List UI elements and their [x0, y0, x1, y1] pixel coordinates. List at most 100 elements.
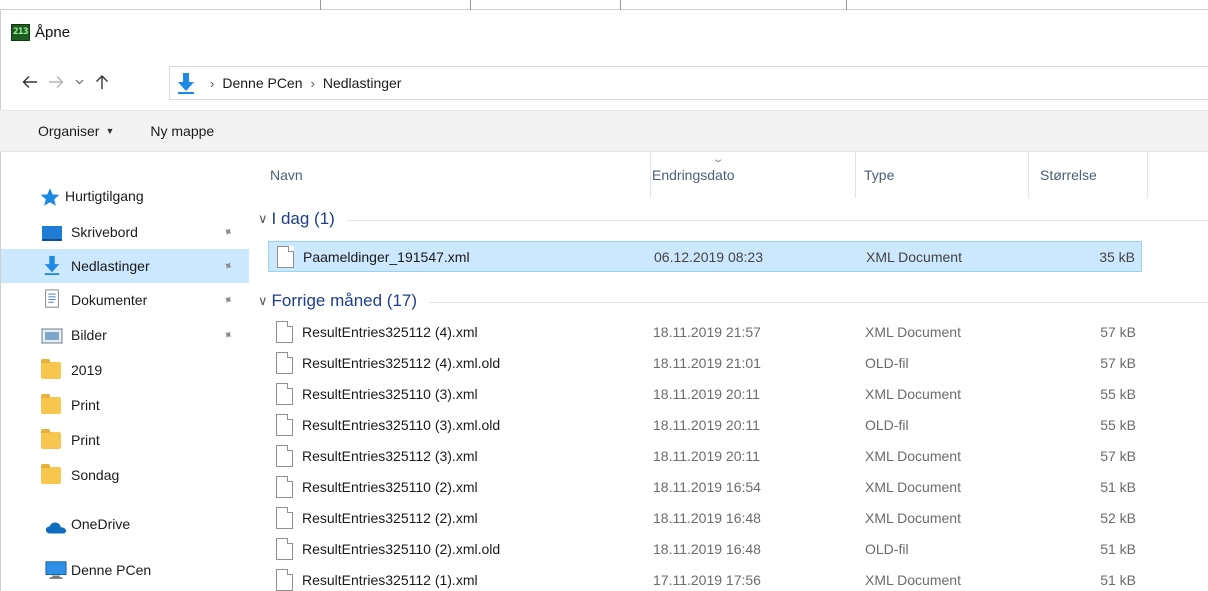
- divider: [470, 0, 471, 10]
- sidebar-item-label: Sondag: [71, 467, 120, 483]
- sidebar-item-label: Dokumenter: [71, 292, 148, 308]
- breadcrumb-separator[interactable]: ›: [311, 76, 315, 91]
- sidebar-item-desktop[interactable]: Skrivebord ✦: [1, 215, 249, 249]
- folder-icon: [41, 464, 61, 484]
- file-type: OLD-fil: [865, 541, 909, 557]
- recent-locations-button[interactable]: [69, 67, 89, 97]
- back-button[interactable]: [17, 67, 43, 97]
- file-size: 51 kB: [1100, 572, 1136, 588]
- file-row[interactable]: Paameldinger_191547.xml 06.12.2019 08:23…: [268, 241, 1142, 272]
- file-row[interactable]: ResultEntries325110 (3).xml 18.11.2019 2…: [268, 379, 1142, 410]
- file-size: 57 kB: [1100, 355, 1136, 371]
- file-row[interactable]: ResultEntries325110 (3).xml.old 18.11.20…: [268, 410, 1142, 441]
- file-size: 52 kB: [1100, 510, 1136, 526]
- sidebar-item-label: 2019: [71, 362, 103, 378]
- sidebar-item-folder-2019[interactable]: 2019: [1, 353, 249, 387]
- file-date: 18.11.2019 16:48: [653, 510, 761, 526]
- title-bar[interactable]: 213 Åpne: [0, 10, 1208, 54]
- column-header-label: Navn: [270, 167, 303, 183]
- sidebar-item-label: Print: [71, 397, 100, 413]
- file-name: ResultEntries325110 (2).xml: [302, 479, 478, 495]
- new-folder-button[interactable]: Ny mappe: [150, 123, 214, 139]
- file-date: 18.11.2019 16:48: [653, 541, 761, 557]
- column-header-type[interactable]: Type: [864, 152, 1024, 198]
- file-row[interactable]: ResultEntries325112 (1).xml 17.11.2019 1…: [268, 565, 1142, 591]
- file-date: 18.11.2019 21:01: [653, 355, 761, 371]
- divider: [429, 301, 1208, 303]
- file-date: 18.11.2019 16:54: [653, 479, 761, 495]
- file-row[interactable]: ResultEntries325110 (2).xml 18.11.2019 1…: [268, 472, 1142, 503]
- column-divider[interactable]: [650, 152, 651, 198]
- file-name: ResultEntries325110 (2).xml.old: [302, 541, 501, 557]
- sidebar-item-quick-access[interactable]: Hurtigtilgang: [1, 179, 249, 213]
- file-size: 51 kB: [1100, 541, 1136, 557]
- file-icon: [276, 507, 293, 529]
- sidebar-item-downloads[interactable]: Nedlastinger ✦: [1, 249, 249, 283]
- file-icon: [276, 414, 293, 436]
- column-divider[interactable]: [1028, 152, 1029, 198]
- file-icon: [276, 352, 293, 374]
- group-header-today[interactable]: ∨ I dag (1): [252, 206, 1208, 232]
- sidebar-item-label: Bilder: [71, 327, 107, 343]
- file-icon: [276, 476, 293, 498]
- chevron-down-icon: ∨: [258, 211, 268, 226]
- file-row[interactable]: ResultEntries325112 (4).xml.old 18.11.20…: [268, 348, 1142, 379]
- file-icon: [276, 569, 293, 591]
- file-icon: [277, 246, 294, 268]
- column-divider[interactable]: [1147, 152, 1148, 198]
- chevron-down-icon: ∨: [258, 293, 268, 308]
- file-size: 57 kB: [1100, 448, 1136, 464]
- sidebar-item-folder-print[interactable]: Print: [1, 388, 249, 422]
- column-header-size[interactable]: Størrelse: [1040, 152, 1140, 198]
- breadcrumb-separator: ›: [210, 75, 215, 91]
- up-button[interactable]: [89, 67, 115, 97]
- file-row[interactable]: ResultEntries325112 (2).xml 18.11.2019 1…: [268, 503, 1142, 534]
- column-header-date[interactable]: Endringsdato: [652, 152, 852, 198]
- new-folder-label: Ny mappe: [150, 123, 215, 139]
- breadcrumb-this-pc[interactable]: Denne PCen: [222, 75, 302, 91]
- file-row[interactable]: ResultEntries325112 (3).xml 18.11.2019 2…: [268, 441, 1142, 472]
- group-label: I dag (1): [271, 209, 335, 228]
- file-date: 18.11.2019 20:11: [653, 448, 760, 464]
- pin-icon[interactable]: ✦: [220, 326, 236, 343]
- column-header-name[interactable]: Navn: [270, 152, 650, 198]
- pin-icon[interactable]: ✦: [220, 257, 236, 274]
- column-divider[interactable]: [855, 152, 856, 198]
- desktop-icon: [42, 226, 62, 241]
- sidebar-item-onedrive[interactable]: OneDrive: [1, 507, 249, 541]
- file-size: 35 kB: [1099, 249, 1135, 265]
- file-name: ResultEntries325110 (3).xml: [302, 386, 478, 402]
- group-label: Forrige måned (17): [271, 291, 418, 310]
- window-title: Åpne: [35, 23, 71, 41]
- address-bar[interactable]: › Denne PCen › Nedlastinger: [169, 66, 1208, 100]
- file-name: ResultEntries325112 (1).xml: [302, 572, 478, 588]
- divider: [620, 0, 621, 10]
- file-type: XML Document: [866, 249, 962, 265]
- pin-icon[interactable]: ✦: [220, 291, 236, 308]
- background-window-strip: [0, 0, 1208, 10]
- sidebar-item-this-pc[interactable]: Denne PCen: [1, 553, 249, 587]
- sidebar-item-pictures[interactable]: Bilder ✦: [1, 318, 249, 352]
- file-size: 51 kB: [1100, 479, 1136, 495]
- group-header-last-month[interactable]: ∨ Forrige måned (17): [252, 288, 1208, 314]
- organize-label: Organiser: [38, 123, 100, 139]
- sidebar-item-documents[interactable]: Dokumenter ✦: [1, 283, 249, 317]
- navigation-bar: › Denne PCen › Nedlastinger: [0, 54, 1208, 110]
- arrow-left-icon: [22, 76, 37, 88]
- forward-button[interactable]: [43, 67, 69, 97]
- pictures-icon: [41, 328, 63, 344]
- organize-button[interactable]: Organiser ▼: [38, 123, 114, 139]
- file-name: ResultEntries325112 (4).xml.old: [302, 355, 501, 371]
- sidebar-item-label: OneDrive: [71, 516, 131, 532]
- file-type: OLD-fil: [865, 355, 909, 371]
- file-name: ResultEntries325110 (3).xml.old: [302, 417, 501, 433]
- sidebar-item-folder-sondag[interactable]: Sondag: [1, 458, 249, 492]
- file-row[interactable]: ResultEntries325110 (2).xml.old 18.11.20…: [268, 534, 1142, 565]
- file-type: XML Document: [865, 324, 961, 340]
- pin-icon[interactable]: ✦: [220, 223, 236, 240]
- file-row[interactable]: ResultEntries325112 (4).xml 18.11.2019 2…: [268, 317, 1142, 348]
- breadcrumb-downloads[interactable]: Nedlastinger: [323, 75, 402, 91]
- sidebar-item-folder-print-2[interactable]: Print: [1, 423, 249, 457]
- chevron-down-icon: [75, 79, 83, 85]
- command-bar: Organiser ▼ Ny mappe: [0, 110, 1208, 152]
